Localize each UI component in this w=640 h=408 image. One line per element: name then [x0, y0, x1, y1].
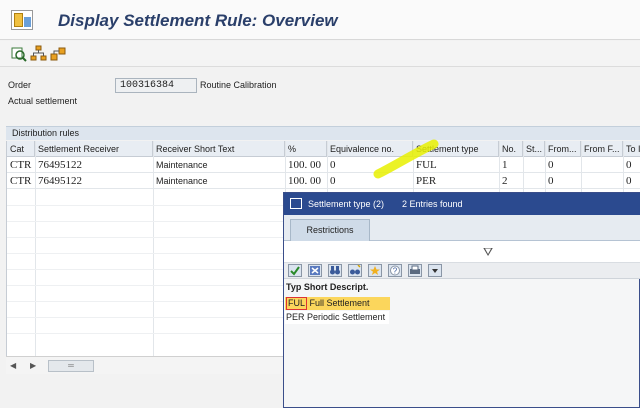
column-header-percent[interactable]: %	[285, 141, 327, 157]
dialog-tab-bar: Restrictions	[284, 215, 640, 241]
cell-to: 0	[626, 175, 632, 187]
column-header-settlement-type[interactable]: Settlement type	[413, 141, 499, 157]
scroll-thumb[interactable]: ═	[48, 360, 94, 372]
table-row[interactable]: CTR 76495122 Maintenance 100. 00 0 PER 2…	[7, 173, 640, 189]
table-row[interactable]: CTR 76495122 Maintenance 100. 00 0 FUL 1…	[7, 157, 640, 173]
dialog-title: Settlement type (2)	[308, 199, 385, 209]
scroll-left-icon[interactable]: ◀	[10, 361, 18, 371]
horizontal-scrollbar[interactable]: ◀ ▶ ═	[6, 356, 286, 374]
filter-icon[interactable]: ⛛	[483, 246, 493, 258]
help-icon[interactable]: ?	[388, 264, 402, 277]
column-header-equivalence[interactable]: Equivalence no.	[327, 141, 413, 157]
check-icon[interactable]	[288, 264, 302, 277]
cell-percent: 100. 00	[288, 159, 321, 171]
settlement-label: Actual settlement	[8, 96, 78, 106]
tab-restrictions[interactable]: Restrictions	[290, 219, 370, 241]
cell-no: 1	[502, 159, 508, 171]
dialog-toolbar: ?	[284, 263, 640, 279]
cell-equivalence: 0	[330, 159, 336, 171]
title-bar: Display Settlement Rule: Overview	[0, 0, 640, 40]
column-header-cat[interactable]: Cat	[7, 141, 35, 157]
column-header-to[interactable]: To I	[623, 141, 640, 157]
dropdown-icon[interactable]	[428, 264, 442, 277]
list-item[interactable]: FUL Full Settlement	[285, 297, 390, 310]
column-header-from[interactable]: From...	[545, 141, 581, 157]
entry-description: Full Settlement	[309, 298, 370, 308]
hierarchy-icon[interactable]	[30, 45, 47, 62]
application-toolbar	[0, 41, 640, 67]
favorite-add-icon[interactable]	[368, 264, 382, 277]
svg-text:?: ?	[393, 267, 398, 276]
cell-short-text: Maintenance	[156, 160, 208, 170]
list-header: Typ Short Descript.	[286, 282, 369, 292]
column-header-no[interactable]: No.	[499, 141, 523, 157]
cell-percent: 100. 00	[288, 175, 321, 187]
cell-settlement-type: PER	[416, 175, 437, 187]
cell-settlement-type: FUL	[416, 159, 437, 171]
cell-equivalence: 0	[330, 175, 336, 187]
column-header-short-text[interactable]: Receiver Short Text	[153, 141, 285, 157]
cell-to: 0	[626, 159, 632, 171]
cell-cat: CTR	[10, 159, 32, 171]
order-label: Order	[8, 80, 32, 90]
dialog-icon	[290, 198, 302, 209]
settlement-type-dialog: Settlement type (2) 2 Entries found Rest…	[283, 192, 640, 408]
page-title: Display Settlement Rule: Overview	[58, 11, 338, 30]
cell-receiver: 76495122	[38, 175, 82, 187]
column-header-from-fiscal[interactable]: From F...	[581, 141, 623, 157]
structure-icon[interactable]	[50, 45, 67, 62]
order-description: Routine Calibration	[200, 80, 277, 90]
list-item[interactable]: PER Periodic Settlement	[285, 311, 389, 324]
cell-no: 2	[502, 175, 508, 187]
order-field[interactable]: 100316384	[115, 78, 197, 93]
cell-from: 0	[548, 175, 554, 187]
distribution-rules-title: Distribution rules	[6, 126, 640, 140]
cell-short-text: Maintenance	[156, 176, 208, 186]
print-icon[interactable]	[408, 264, 422, 277]
app-icon[interactable]	[11, 10, 33, 30]
cell-from: 0	[548, 159, 554, 171]
binoculars-icon[interactable]	[328, 264, 342, 277]
display-object-icon[interactable]	[10, 45, 27, 62]
column-header-receiver[interactable]: Settlement Receiver	[35, 141, 153, 157]
cancel-icon[interactable]	[308, 264, 322, 277]
cell-receiver: 76495122	[38, 159, 82, 171]
entry-code: PER	[286, 312, 305, 322]
scroll-right-icon[interactable]: ▶	[30, 361, 38, 371]
column-header-status[interactable]: St...	[523, 141, 545, 157]
cell-cat: CTR	[10, 175, 32, 187]
entry-code: FUL	[286, 297, 308, 310]
dialog-title-bar: Settlement type (2) 2 Entries found	[284, 193, 640, 215]
entry-description: Periodic Settlement	[307, 312, 386, 322]
filter-bar: ⛛	[284, 241, 640, 263]
entries-found: 2 Entries found	[402, 199, 463, 209]
new-search-icon[interactable]	[348, 264, 362, 277]
